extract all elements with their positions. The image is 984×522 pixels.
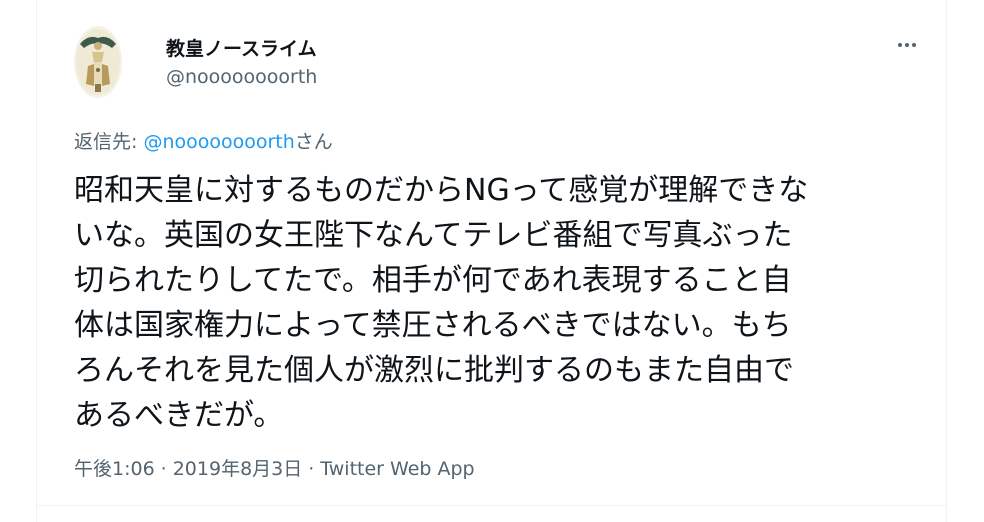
- tweet-time: 午後1:06: [74, 458, 155, 480]
- tweet-text-line: 切られたりしてたで。相手が何であれ表現すること自: [74, 263, 792, 298]
- avatar-image: [74, 26, 122, 98]
- more-options-button[interactable]: [889, 30, 925, 60]
- author-handle[interactable]: @noooooooorth: [166, 66, 317, 88]
- tweet-timestamp[interactable]: 午後1:06 · 2019年8月3日: [74, 458, 302, 480]
- meta-separator: ·: [308, 458, 315, 480]
- reply-prefix: 返信先:: [74, 131, 144, 153]
- avatar[interactable]: [74, 26, 122, 98]
- author-display-name[interactable]: 教皇ノースライム: [166, 34, 317, 61]
- reply-suffix: さん: [294, 131, 333, 153]
- reply-context: 返信先: @noooooooorthさん: [74, 127, 333, 154]
- tweet-card: 教皇ノースライム @noooooooorth 返信先: @noooooooort…: [36, 0, 947, 522]
- tweet-source-link[interactable]: Twitter Web App: [320, 458, 474, 480]
- meta-separator: ·: [160, 458, 167, 480]
- divider: [37, 505, 946, 506]
- tweet-metadata: 午後1:06 · 2019年8月3日 · Twitter Web App: [74, 454, 475, 481]
- tweet-text-line: 昭和天皇に対するものだからNGって感覚が理解できな: [74, 173, 809, 208]
- more-dot: [912, 43, 916, 47]
- tweet-text: 昭和天皇に対するものだからNGって感覚が理解できな いな。英国の女王陛下なんてテ…: [74, 168, 924, 438]
- reply-handle-link[interactable]: @noooooooorth: [143, 131, 294, 153]
- tweet-text-line: あるべきだが。: [74, 398, 284, 433]
- tweet-date: 2019年8月3日: [172, 458, 303, 480]
- tweet-text-line: ろんそれを見た個人が激烈に批判するのもまた自由で: [74, 353, 794, 388]
- tweet-text-line: いな。英国の女王陛下なんてテレビ番組で写真ぶった: [74, 218, 793, 253]
- tweet-text-line: 体は国家権力によって禁圧されるべきではない。もち: [74, 308, 792, 343]
- more-dot: [905, 43, 909, 47]
- more-horizontal-icon: [898, 43, 902, 47]
